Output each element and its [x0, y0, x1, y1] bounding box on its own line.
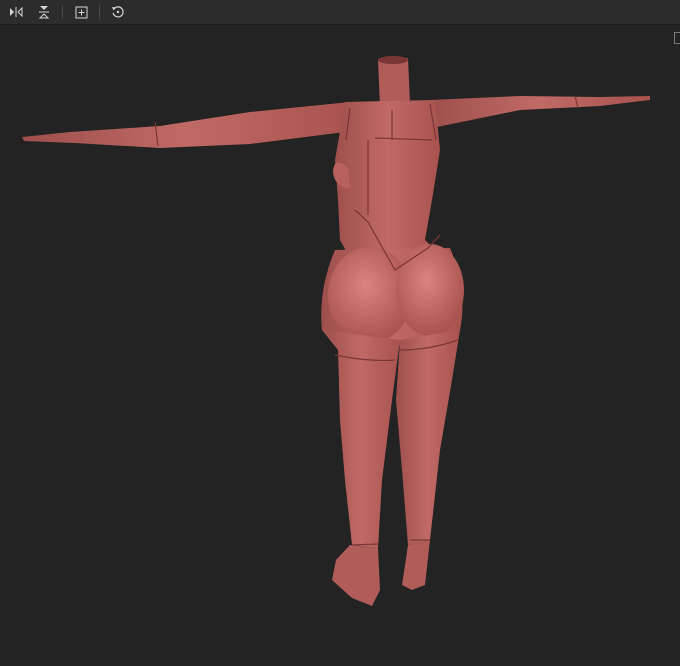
frame-button[interactable] — [70, 1, 92, 23]
toolbar-separator — [99, 5, 100, 19]
right-leg — [396, 330, 460, 545]
mirror-x-button[interactable] — [5, 1, 27, 23]
mirror-x-icon — [10, 6, 23, 18]
right-foot — [402, 540, 430, 590]
viewport-corner-widget[interactable] — [674, 32, 680, 44]
left-arm — [22, 102, 350, 148]
mirror-y-icon — [38, 6, 50, 19]
toolbar-separator — [62, 5, 63, 19]
left-foot — [332, 545, 380, 606]
reset-view-button[interactable] — [107, 1, 129, 23]
mirror-y-button[interactable] — [33, 1, 55, 23]
reset-view-icon — [112, 6, 124, 18]
torso — [335, 100, 440, 258]
sculpt-app — [0, 0, 680, 666]
right-arm — [430, 96, 650, 128]
3d-viewport[interactable] — [0, 26, 680, 666]
frame-icon — [75, 6, 87, 18]
left-leg — [322, 330, 400, 548]
neck — [378, 58, 410, 106]
character-model[interactable] — [0, 26, 680, 666]
viewport-toolbar — [0, 0, 680, 25]
